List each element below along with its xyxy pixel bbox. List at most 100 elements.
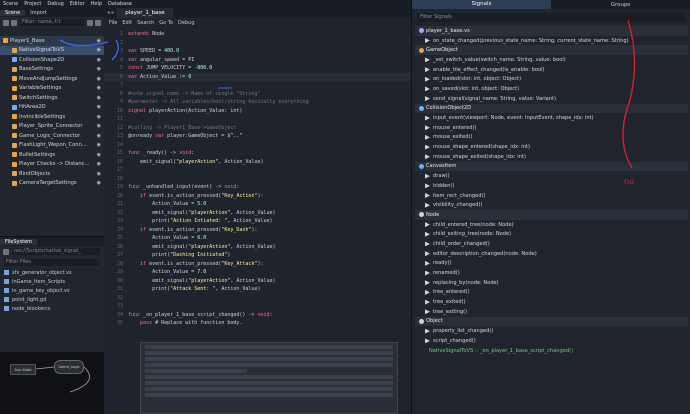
editor-menu-debug[interactable]: Debug — [178, 20, 194, 26]
scene-node[interactable]: FlashLight_Wepon_Conn... ◉ — [0, 141, 104, 151]
signal-item[interactable]: on_saved(slot: int, object: Object) — [415, 84, 688, 94]
signal-class-header[interactable]: CanvasItem — [415, 161, 688, 172]
scene-node[interactable]: BulletSettings ◉ — [0, 150, 104, 160]
code-line[interactable]: 22 emit_signal("playerAction", Action_Va… — [104, 209, 411, 218]
signal-class-header[interactable]: Node — [415, 210, 688, 220]
menu-item-scene[interactable]: Scene — [0, 1, 21, 7]
signal-item[interactable]: property_list_changed() — [415, 326, 688, 336]
code-line[interactable]: 6 var Action_Value := 0 — [104, 72, 411, 81]
signal-item[interactable]: draw() — [415, 171, 688, 181]
editor-menu-edit[interactable]: Edit — [122, 20, 132, 26]
scene-node[interactable]: HitArea2D ◉ — [0, 103, 104, 113]
scene-node[interactable]: InvincibleSettings ◉ — [0, 112, 104, 122]
code-line[interactable]: 1 extends Node — [104, 30, 411, 39]
attach-script-icon[interactable] — [87, 19, 93, 26]
scene-node[interactable]: CameraTargetSettings ◉ — [0, 179, 104, 189]
editor-menu-search[interactable]: Search — [137, 20, 154, 26]
fs-file-item[interactable]: point_light.gd — [0, 295, 104, 304]
signal-item[interactable]: child_order_changed() — [415, 239, 688, 249]
signal-connection[interactable]: NativeSignalToVS :: _on_player_1_base_sc… — [415, 346, 688, 356]
code-line[interactable]: 26 emit_signal("playerAction", Action_Va… — [104, 243, 411, 252]
tab-scene[interactable]: Scene — [0, 9, 26, 16]
signal-item[interactable]: mouse_entered() — [415, 123, 688, 133]
menu-item-help[interactable]: Help — [88, 1, 105, 7]
code-line[interactable]: 5 const JUMP_VELOCITY = -800.0 — [104, 64, 411, 73]
signal-item[interactable]: renamed() — [415, 268, 688, 278]
menu-item-project[interactable]: Project — [21, 1, 44, 7]
scene-node[interactable]: Player Checks -> Distanc... ◉ — [0, 160, 104, 170]
editor-menu-file[interactable]: File — [109, 20, 117, 26]
scene-node[interactable]: VariableSettings ◉ — [0, 84, 104, 94]
code-line[interactable]: 18 — [104, 175, 411, 184]
tab-signals[interactable]: Signals — [412, 0, 551, 9]
editor-menu-go-to[interactable]: Go To — [159, 20, 173, 26]
code-line[interactable]: 10 signal playerAction(Action_Value: int) — [104, 107, 411, 116]
tab-import[interactable]: Import — [25, 10, 52, 16]
signal-item[interactable]: replacing_by(node: Node) — [415, 278, 688, 288]
visibility-eye-icon[interactable]: ◉ — [97, 152, 101, 158]
visibility-eye-icon[interactable]: ◉ — [97, 180, 101, 186]
link-icon[interactable] — [11, 19, 17, 26]
signal-item[interactable]: tree_entered() — [415, 288, 688, 298]
code-line[interactable]: 2 — [104, 39, 411, 48]
tab-player-1-base[interactable]: player_1_base — [117, 8, 173, 18]
code-line[interactable]: 11 — [104, 115, 411, 124]
signal-class-header[interactable]: player_1_base.vs — [415, 26, 688, 36]
code-line[interactable]: 27 print("Dashing Initiated") — [104, 251, 411, 260]
code-line[interactable]: 13 @onready var player:GameObject = $".." — [104, 132, 411, 141]
scene-node[interactable]: MoveAndJumpSettings ◉ — [0, 74, 104, 84]
visibility-eye-icon[interactable]: ◉ — [97, 123, 101, 129]
code-line[interactable]: 29 Action_Value = 7.0 — [104, 268, 411, 277]
signal-item[interactable]: tree_exiting() — [415, 307, 688, 317]
visibility-eye-icon[interactable]: ◉ — [97, 76, 101, 82]
code-line[interactable]: 20 if event.is_action_pressed("Key_Actio… — [104, 192, 411, 201]
visibility-eye-icon[interactable]: ◉ — [97, 114, 101, 120]
signal-class-header[interactable]: CollisionObject2D — [415, 103, 688, 114]
code-line[interactable]: 35 pass # Replace with function body. — [104, 319, 411, 328]
visibility-eye-icon[interactable]: ◉ — [97, 95, 101, 101]
scene-node[interactable]: Player1_Base ◉ — [0, 36, 104, 46]
signal-item[interactable]: tree_exited() — [415, 297, 688, 307]
signal-item[interactable]: child_entered_tree(node: Node) — [415, 220, 688, 230]
signal-item[interactable]: on_loaded(slot: int, object: Object) — [415, 74, 688, 84]
visibility-eye-icon[interactable]: ◉ — [97, 66, 101, 72]
fs-filter-input[interactable]: Filter Files — [4, 259, 100, 266]
tab-groups[interactable]: Groups — [551, 2, 690, 8]
menu-icon[interactable] — [95, 19, 101, 26]
code-line[interactable]: 17 — [104, 166, 411, 175]
scene-node[interactable]: SwitchSettings ◉ — [0, 93, 104, 103]
signal-item[interactable]: enable_tile_effect_changed(is_enable: bo… — [415, 65, 688, 75]
visibility-eye-icon[interactable]: ◉ — [97, 142, 101, 148]
code-line[interactable]: 15 func _ready() -> void: — [104, 149, 411, 158]
code-line[interactable]: 34 func _on_player_1_base_script_changed(… — [104, 311, 411, 320]
signal-item[interactable]: mouse_exited() — [415, 133, 688, 143]
signal-filter-input[interactable]: Filter Signals — [417, 13, 685, 22]
code-line[interactable]: 14 — [104, 141, 411, 150]
signal-item[interactable]: visibility_changed() — [415, 200, 688, 210]
signal-item[interactable]: send_signal(signal_name: String, value: … — [415, 94, 688, 104]
back-arrow-icon[interactable] — [3, 248, 9, 255]
scene-node[interactable]: Player_Sprite_Connector ◉ — [0, 122, 104, 132]
visibility-eye-icon[interactable]: ◉ — [97, 85, 101, 91]
signal-item[interactable]: on_state_changed(previous_state_name: St… — [415, 36, 688, 46]
fs-file-item[interactable]: in_game_key_object.vs — [0, 286, 104, 295]
signal-item[interactable]: editor_description_changed(node: Node) — [415, 249, 688, 259]
visibility-eye-icon[interactable]: ◉ — [97, 161, 101, 167]
fs-file-item[interactable]: node_blockercs — [0, 304, 104, 313]
code-line[interactable]: 23 print("Action Intiated: ", Action_Val… — [104, 217, 411, 226]
code-line[interactable]: 7 — [104, 81, 411, 90]
add-node-icon[interactable] — [3, 19, 9, 26]
code-line[interactable]: 32 — [104, 294, 411, 303]
code-line[interactable]: 33 — [104, 302, 411, 311]
scene-node[interactable]: Game_Logic_Connector ◉ — [0, 131, 104, 141]
signal-item[interactable]: item_rect_changed() — [415, 191, 688, 201]
menu-item-database[interactable]: Database — [105, 1, 135, 7]
visibility-eye-icon[interactable]: ◉ — [97, 133, 101, 139]
signal-item[interactable]: script_changed() — [415, 336, 688, 346]
fs-file-item[interactable]: sfx_generator_object.vs — [0, 268, 104, 277]
code-line[interactable]: 12 #calling -> Player1_Base->GameObject — [104, 124, 411, 133]
code-line[interactable]: 25 Action_Value = 6.0 — [104, 234, 411, 243]
code-line[interactable]: 4 var angular_speed = PI — [104, 56, 411, 65]
nav-arrows-icon[interactable]: ◂ ▸ — [104, 10, 117, 16]
code-line[interactable]: 8 #note signal_name -> Name of single "St… — [104, 90, 411, 99]
